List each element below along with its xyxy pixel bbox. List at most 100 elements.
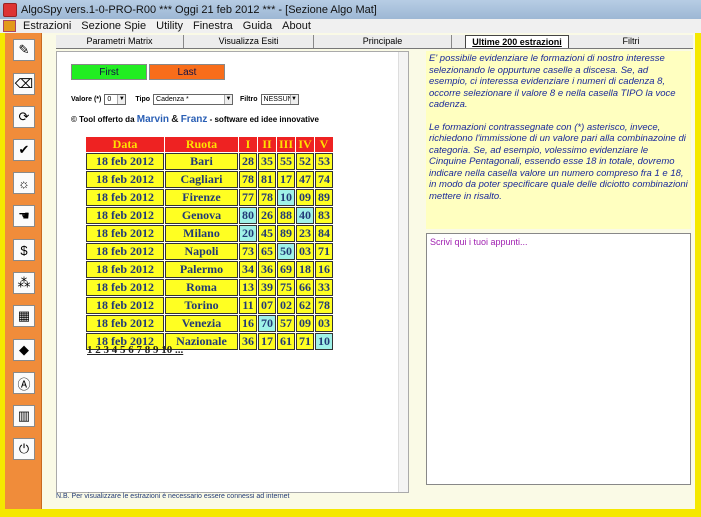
cell-ruota: Roma [165,279,238,296]
cell-number: 40 [296,207,315,224]
table-row: 18 feb 2012 Genova 80 26 88 40 83 [86,207,334,224]
filter-row: Valore (*) 0 ▼ Tipo Cadenza * ▼ Filtro N… [71,94,299,105]
cell-number: 35 [258,153,276,170]
first-button[interactable]: First [71,64,147,80]
cell-ruota: Torino [165,297,238,314]
app-icon [3,2,17,17]
cell-number: 02 [277,297,296,314]
cell-number: 73 [239,243,257,260]
menu-guida[interactable]: Guida [238,20,277,32]
page-links[interactable]: 1 2 3 4 5 6 7 8 9 10 ... [87,344,183,356]
table-row: 18 feb 2012 Napoli 73 65 50 03 71 [86,243,334,260]
cell-date: 18 feb 2012 [86,315,164,332]
tipo-select[interactable]: Cadenza * ▼ [153,94,234,105]
estrazioni-panel: First Last Valore (*) 0 ▼ Tipo Cadenza *… [56,51,409,493]
col-data: Data [86,137,164,152]
cell-number: 45 [258,225,276,242]
cell-date: 18 feb 2012 [86,171,164,188]
mdi-icon[interactable] [3,20,16,32]
tab-filtri[interactable]: Filtri [569,35,693,48]
col-iii: III [277,137,296,152]
book-icon[interactable]: ▥ [13,405,35,427]
bulb-icon[interactable]: ☼ [13,172,35,194]
cell-number: 77 [239,189,257,206]
cell-number: 57 [277,315,296,332]
main-content: Parametri Matrix Visualizza Esiti Princi… [42,33,695,509]
cell-number: 10 [277,189,296,206]
cell-number: 62 [296,297,315,314]
vertical-scrollbar[interactable] [398,52,408,492]
credit-amp: & [171,114,179,125]
menu-sezione-spie[interactable]: Sezione Spie [76,20,151,32]
cell-number: 50 [277,243,296,260]
chevron-down-icon: ▼ [289,95,298,104]
grid-icon[interactable]: ▦ [13,305,35,327]
notes-textarea[interactable]: Scrivi qui i tuoi appunti... [426,233,691,485]
valore-select[interactable]: 0 ▼ [104,94,127,105]
menu-about[interactable]: About [277,20,316,32]
tipo-value: Cadenza * [156,96,189,103]
cell-number: 36 [239,333,257,350]
edit-icon[interactable]: ✎ [13,39,35,61]
app-window: AlgoSpy vers.1-0-PRO-R00 *** Oggi 21 feb… [0,0,701,517]
cell-ruota: Cagliari [165,171,238,188]
filtro-label: Filtro [240,96,258,103]
last-button[interactable]: Last [149,64,225,80]
cell-date: 18 feb 2012 [86,243,164,260]
notes-placeholder: Scrivi qui i tuoi appunti... [430,237,528,247]
cell-number: 65 [258,243,276,260]
menu-finestra[interactable]: Finestra [188,20,238,32]
credit-name-2: Franz [180,114,208,125]
credit-suffix: - software ed idee innovative [209,115,319,124]
cell-ruota: Bari [165,153,238,170]
col-v: V [315,137,334,152]
cell-date: 18 feb 2012 [86,261,164,278]
cell-number: 81 [258,171,276,188]
cell-number: 16 [239,315,257,332]
table-row: 18 feb 2012 Venezia 16 70 57 09 03 [86,315,334,332]
cell-number: 10 [315,333,334,350]
tool-sidebar: ✎ ⌫ ⟳ ✔ ☼ ☚ $ ⁂ ▦ ◆ Ⓐ ▥ ⏻ [5,33,42,509]
cell-number: 55 [277,153,296,170]
cell-number: 75 [277,279,296,296]
tree-icon[interactable]: ⁂ [13,272,35,294]
cell-ruota: Milano [165,225,238,242]
table-row: 18 feb 2012 Torino 11 07 02 62 78 [86,297,334,314]
cell-number: 34 [239,261,257,278]
info-paragraph-1: E' possibile evidenziare le formazioni d… [429,53,676,110]
cell-date: 18 feb 2012 [86,153,164,170]
menu-utility[interactable]: Utility [151,20,188,32]
check-icon[interactable]: ✔ [13,139,35,161]
cell-number: 11 [239,297,257,314]
cell-number: 07 [258,297,276,314]
table-row: 18 feb 2012 Palermo 34 36 69 18 16 [86,261,334,278]
credit-line: © Tool offerto da Marvin & Franz - softw… [71,114,319,125]
filtro-select[interactable]: NESSUNO ▼ [260,94,299,105]
eraser-icon[interactable]: ⌫ [13,73,35,95]
tab-ultime-200-estrazioni[interactable]: Ultime 200 estrazioni [465,35,569,48]
cell-number: 52 [296,153,315,170]
col-i: I [239,137,257,152]
menu-estrazioni[interactable]: Estrazioni [18,20,76,32]
tab-parametri-matrix[interactable]: Parametri Matrix [56,35,184,48]
cell-number: 39 [258,279,276,296]
table-row: 18 feb 2012 Roma 13 39 75 66 33 [86,279,334,296]
cell-number: 71 [296,333,315,350]
credit-prefix: © Tool offerto da [71,115,135,124]
a-icon[interactable]: Ⓐ [13,372,35,394]
hand-icon[interactable]: ☚ [13,205,35,227]
refresh-icon[interactable]: ⟳ [13,106,35,128]
cell-number: 36 [258,261,276,278]
info-paragraph-2: Le formazioni contrassegnate con (*) ast… [429,121,688,202]
table-row: 18 feb 2012 Firenze 77 78 10 09 89 [86,189,334,206]
cell-number: 13 [239,279,257,296]
cell-number: 17 [277,171,296,188]
drop-icon[interactable]: ◆ [13,339,35,361]
table-row: 18 feb 2012 Bari 28 35 55 52 53 [86,153,334,170]
tab-visualizza-esiti[interactable]: Visualizza Esiti [184,35,314,48]
tab-principale[interactable]: Principale [314,35,452,48]
power-icon[interactable]: ⏻ [13,438,35,460]
money-icon[interactable]: $ [13,239,35,261]
col-ii: II [258,137,276,152]
cell-number: 23 [296,225,315,242]
